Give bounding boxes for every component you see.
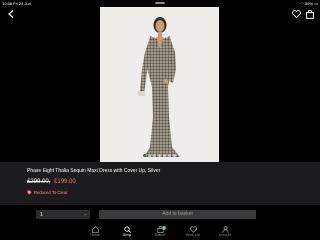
search-icon bbox=[123, 226, 131, 233]
tab-home[interactable]: Home bbox=[80, 226, 110, 240]
tab-bar: Home Shop 1 Basket Wish List Account bbox=[0, 225, 320, 240]
tab-shop[interactable]: Shop bbox=[112, 226, 142, 240]
battery-percent: 89% bbox=[305, 1, 314, 6]
add-to-basket-row: 1 ⌄ Add to basket bbox=[0, 205, 320, 225]
sale-price: £199.00 bbox=[54, 179, 76, 185]
add-to-basket-button[interactable]: Add to basket bbox=[99, 210, 256, 219]
tab-label: Basket bbox=[154, 233, 166, 237]
carousel-dot[interactable] bbox=[158, 154, 161, 157]
multitask-grabber[interactable] bbox=[155, 2, 165, 4]
basket-button[interactable] bbox=[304, 8, 316, 20]
person-icon bbox=[221, 226, 229, 233]
carousel-dot[interactable] bbox=[168, 154, 171, 157]
tab-label: Wish List bbox=[185, 233, 201, 237]
status-time-date: 10:58 Fri 24 Jun bbox=[2, 1, 31, 6]
clearance-label: Reduced To Clear bbox=[27, 190, 67, 195]
status-right: ◠ 89% ▭ bbox=[300, 1, 318, 6]
quantity-value: 1 bbox=[40, 212, 43, 218]
tab-label: Shop bbox=[122, 233, 132, 237]
product-image bbox=[138, 17, 180, 157]
status-time: 10:58 bbox=[2, 1, 13, 6]
heart-icon bbox=[291, 10, 301, 18]
chevron-left-icon bbox=[8, 10, 14, 18]
carousel-dot[interactable] bbox=[143, 154, 146, 157]
product-info-panel: Phase Eight Thalia Sequin Maxi Dress wit… bbox=[0, 162, 320, 205]
carousel-dot[interactable] bbox=[148, 154, 151, 157]
clearance-text: Reduced To Clear bbox=[34, 190, 68, 195]
home-icon bbox=[91, 226, 99, 233]
product-title: Phase Eight Thalia Sequin Maxi Dress wit… bbox=[27, 168, 161, 174]
tab-wish-list[interactable]: Wish List bbox=[178, 226, 208, 240]
carousel-dot[interactable] bbox=[173, 154, 176, 157]
tag-icon bbox=[27, 190, 32, 195]
basket-badge: 1 bbox=[162, 226, 166, 230]
tab-account[interactable]: Account bbox=[210, 226, 240, 240]
product-image-carousel[interactable] bbox=[100, 7, 219, 162]
price-row: £299.00, £199.00 bbox=[27, 179, 76, 185]
chevron-down-icon: ⌄ bbox=[83, 211, 87, 216]
wifi-icon: ◠ bbox=[300, 1, 304, 6]
carousel-dot[interactable] bbox=[153, 154, 156, 157]
bag-icon bbox=[306, 9, 314, 19]
tab-label: Account bbox=[218, 233, 232, 237]
status-date: Fri 24 Jun bbox=[13, 1, 31, 6]
original-price: £299.00, bbox=[27, 179, 51, 185]
wishlist-button[interactable] bbox=[290, 8, 302, 20]
quantity-select[interactable]: 1 ⌄ bbox=[36, 210, 90, 219]
tab-label: Home bbox=[90, 233, 100, 237]
carousel-dot[interactable] bbox=[163, 154, 166, 157]
tab-basket[interactable]: 1 Basket bbox=[145, 226, 175, 240]
carousel-dots[interactable] bbox=[100, 154, 219, 157]
battery-icon: ▭ bbox=[314, 1, 318, 6]
back-button[interactable] bbox=[5, 8, 17, 20]
heart-icon bbox=[189, 226, 197, 233]
